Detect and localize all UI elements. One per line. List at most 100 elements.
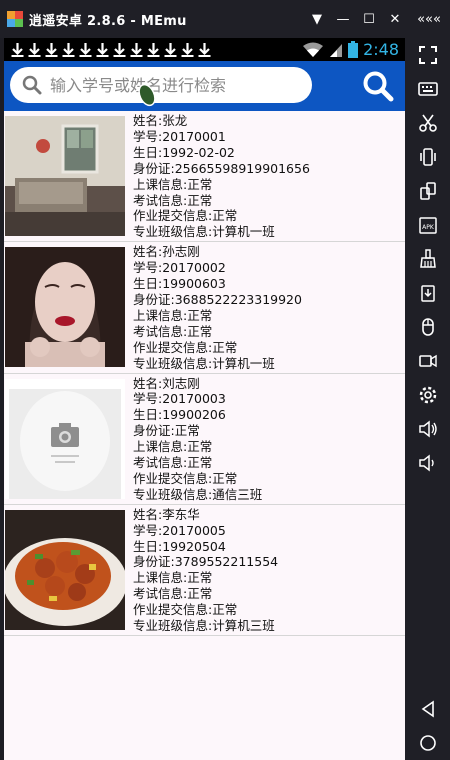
student-class-info: 上课信息:正常 [133, 176, 213, 192]
window-title: 逍遥安卓 2.8.6 - MEmu [29, 13, 187, 29]
volume-up-button[interactable] [405, 412, 450, 446]
student-homework-info: 作业提交信息:正常 [133, 470, 238, 486]
student-name: 姓名:李东华 [133, 506, 200, 522]
student-id: 学号:20170002 [133, 260, 226, 276]
broom-icon [419, 249, 436, 268]
back-icon [421, 700, 434, 718]
svg-text:APK: APK [422, 224, 435, 231]
share-icon [420, 285, 435, 302]
rotate-icon [419, 182, 436, 200]
emulator-toolbar: APK [405, 38, 450, 760]
student-list: 姓名:张龙 学号:20170001 生日:1992-02-02 身份证:2566… [4, 111, 405, 636]
student-id-card: 身份证:3789552211554 [133, 554, 279, 570]
fullscreen-icon [418, 46, 437, 64]
student-photo [5, 247, 125, 368]
home-icon [419, 735, 436, 751]
student-exam-info: 考试信息:正常 [133, 455, 213, 471]
collapse-toolbar-button[interactable]: ««« [408, 0, 450, 38]
student-id: 学号:20170003 [133, 391, 226, 407]
download-notifications [10, 42, 212, 58]
download-icon [113, 42, 126, 57]
student-homework-info: 作业提交信息:正常 [133, 602, 238, 618]
emulator-title-bar: 逍遥安卓 2.8.6 - MEmu ▼ — ☐ ✕ ««« [0, 0, 450, 38]
student-id-card: 身份证:正常 [133, 423, 200, 439]
download-icon [96, 42, 109, 57]
student-homework-info: 作业提交信息:正常 [133, 208, 238, 224]
student-major-class: 专业班级信息:计算机一班 [133, 224, 275, 240]
student-name: 姓名:张龙 [133, 113, 188, 128]
student-id-card: 身份证:3688522223319920 [133, 291, 302, 307]
share-button[interactable] [405, 276, 450, 310]
screenshot-button[interactable] [405, 106, 450, 140]
student-class-info: 上课信息:正常 [133, 307, 213, 323]
status-clock: 2:48 [363, 40, 399, 59]
search-input[interactable] [50, 75, 300, 95]
download-icon [130, 42, 143, 57]
dropdown-menu-button[interactable]: ▼ [304, 0, 330, 38]
list-item[interactable]: 姓名:李东华 学号:20170005 生日:19920504 身份证:37895… [4, 505, 405, 636]
download-icon [28, 42, 41, 57]
list-item[interactable]: 姓名:刘志刚 学号:20170003 生日:19900206 身份证:正常 上课… [4, 374, 405, 505]
mouse-button[interactable] [405, 310, 450, 344]
student-info: 姓名:张龙 学号:20170001 生日:1992-02-02 身份证:2566… [133, 113, 310, 240]
download-icon [11, 42, 24, 57]
maximize-button[interactable]: ☐ [356, 0, 382, 38]
wifi-icon [303, 42, 324, 57]
search-field[interactable] [10, 67, 312, 103]
clean-button[interactable] [405, 242, 450, 276]
search-icon [22, 75, 42, 95]
student-id-card: 身份证:25665598919901656 [133, 160, 310, 176]
close-button[interactable]: ✕ [382, 0, 408, 38]
student-class-info: 上课信息:正常 [133, 439, 213, 455]
mouse-icon [421, 318, 434, 336]
student-major-class: 专业班级信息:通信三班 [133, 486, 263, 502]
room-photo-image [5, 116, 125, 236]
fullscreen-button[interactable] [405, 38, 450, 72]
apk-icon: APK [418, 217, 437, 234]
rotate-button[interactable] [405, 174, 450, 208]
volume-down-button[interactable] [405, 446, 450, 480]
shake-icon [419, 148, 436, 166]
student-info: 姓名:孙志刚 学号:20170002 生日:19900603 身份证:36885… [133, 244, 302, 371]
camera-placeholder-image [5, 378, 125, 499]
keyboard-button[interactable] [405, 72, 450, 106]
signal-icon [330, 43, 343, 57]
download-icon [164, 42, 177, 57]
woman-portrait-image [5, 247, 125, 368]
student-photo [5, 509, 125, 630]
volume-up-icon [418, 420, 437, 438]
keyboard-icon [417, 82, 438, 96]
list-item[interactable]: 姓名:张龙 学号:20170001 生日:1992-02-02 身份证:2566… [4, 111, 405, 243]
student-name: 姓名:孙志刚 [133, 244, 200, 260]
student-birthday: 生日:19900206 [133, 407, 226, 423]
memu-logo-icon [7, 11, 23, 27]
student-birthday: 生日:19920504 [133, 538, 226, 554]
student-exam-info: 考试信息:正常 [133, 323, 213, 339]
shake-button[interactable] [405, 140, 450, 174]
screen-record-button[interactable] [405, 344, 450, 378]
android-screen: 2:48 输入学号或姓名进行检索 姓名:张龙 学号:20170001 生日:19… [4, 38, 405, 760]
student-exam-info: 考试信息:正常 [133, 586, 213, 602]
search-icon [363, 71, 394, 102]
student-birthday: 生日:19900603 [133, 276, 226, 292]
food-dish-image [5, 509, 125, 630]
student-major-class: 专业班级信息:计算机三班 [133, 618, 275, 634]
download-icon [198, 42, 211, 57]
student-info: 姓名:刘志刚 学号:20170003 生日:19900206 身份证:正常 上课… [133, 376, 262, 503]
back-button[interactable] [405, 692, 450, 726]
settings-button[interactable] [405, 378, 450, 412]
student-photo [5, 378, 125, 499]
battery-icon [348, 41, 359, 58]
search-button[interactable] [361, 69, 395, 103]
install-apk-button[interactable]: APK [405, 208, 450, 242]
download-icon [79, 42, 92, 57]
volume-down-icon [418, 454, 434, 472]
download-icon [147, 42, 160, 57]
student-homework-info: 作业提交信息:正常 [133, 339, 238, 355]
student-id: 学号:20170005 [133, 522, 226, 538]
status-bar: 2:48 [4, 38, 405, 61]
list-item[interactable]: 姓名:孙志刚 学号:20170002 生日:19900603 身份证:36885… [4, 242, 405, 374]
minimize-button[interactable]: — [330, 0, 356, 38]
home-button[interactable] [405, 726, 450, 760]
student-info: 姓名:李东华 学号:20170005 生日:19920504 身份证:37895… [133, 507, 278, 634]
